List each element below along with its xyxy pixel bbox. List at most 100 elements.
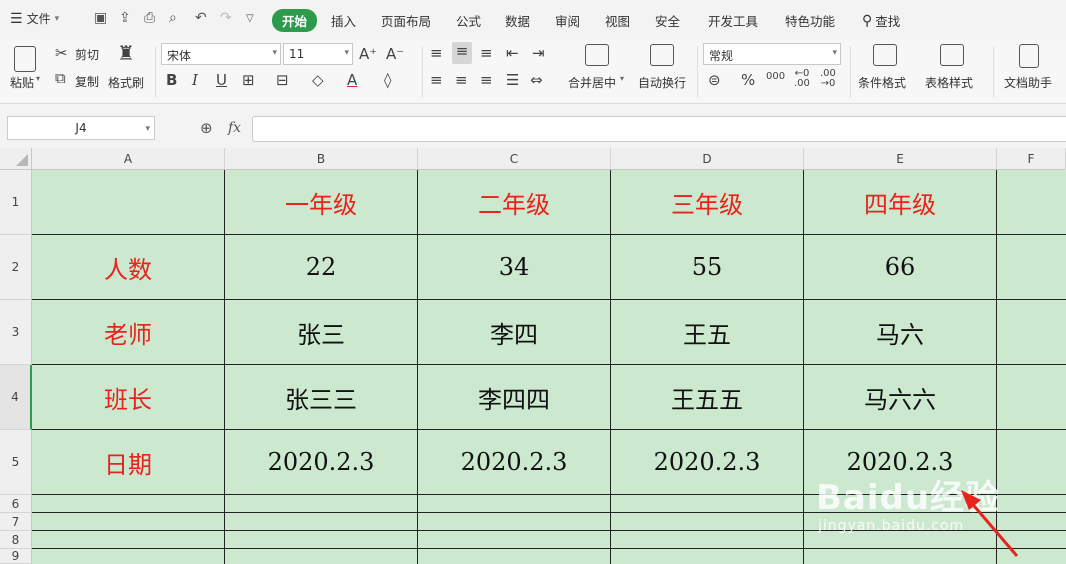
align-top-icon[interactable]: ≡: [430, 44, 443, 62]
cell-a3[interactable]: 老师: [32, 300, 225, 365]
distribute-icon[interactable]: ⇔: [530, 71, 543, 89]
table-style-icon[interactable]: [940, 44, 964, 66]
percent-icon[interactable]: %: [741, 71, 755, 89]
currency-icon[interactable]: ⊜: [708, 71, 721, 89]
number-format-select[interactable]: 常规 ▾: [703, 43, 841, 65]
table-cell[interactable]: [611, 531, 804, 549]
paste-dropdown-icon[interactable]: ▾: [36, 74, 40, 83]
table-style-button[interactable]: 表格样式: [925, 74, 973, 91]
select-all-corner[interactable]: [0, 148, 32, 170]
decrease-decimal-icon[interactable]: .00 →0: [820, 69, 836, 89]
align-middle-icon[interactable]: ≡: [452, 42, 472, 64]
export-icon[interactable]: ⇪: [119, 10, 131, 26]
fill-color-icon[interactable]: ◇: [312, 71, 324, 89]
cell-b2[interactable]: 22: [225, 235, 418, 300]
align-bottom-icon[interactable]: ≡: [480, 44, 493, 62]
conditional-format-button[interactable]: 条件格式: [858, 74, 906, 91]
tab-formulas[interactable]: 公式: [456, 11, 481, 30]
column-header-a[interactable]: A: [32, 148, 225, 170]
table-cell[interactable]: [611, 549, 804, 564]
cell-f4[interactable]: [997, 365, 1066, 430]
cell-c1[interactable]: 二年级: [418, 170, 611, 235]
cell-d2[interactable]: 55: [611, 235, 804, 300]
justify-icon[interactable]: ☰: [506, 71, 519, 89]
format-painter-button[interactable]: 格式刷: [108, 74, 144, 91]
cell-e3[interactable]: 马六: [804, 300, 997, 365]
scissors-icon[interactable]: ✂: [55, 44, 68, 62]
tab-data[interactable]: 数据: [505, 11, 530, 30]
row-header-7[interactable]: 7: [0, 513, 32, 531]
cut-button[interactable]: 剪切: [75, 46, 99, 63]
row-header-9[interactable]: 9: [0, 549, 32, 564]
row-header-1[interactable]: 1: [0, 170, 32, 235]
underline-icon[interactable]: U: [216, 71, 227, 89]
cell-d3[interactable]: 王五: [611, 300, 804, 365]
tab-insert[interactable]: 插入: [331, 11, 356, 30]
cell-c5[interactable]: 2020.2.3: [418, 430, 611, 495]
eraser-icon[interactable]: ◊: [384, 71, 391, 89]
thousands-icon[interactable]: 000: [766, 68, 785, 86]
row-header-2[interactable]: 2: [0, 235, 32, 300]
tab-home[interactable]: 开始: [272, 9, 318, 32]
tab-special-features[interactable]: 特色功能: [785, 11, 835, 30]
copy-icon[interactable]: ⧉: [55, 69, 66, 87]
quick-access-dropdown-icon[interactable]: ▽: [246, 13, 254, 24]
row-header-6[interactable]: 6: [0, 495, 32, 513]
table-cell[interactable]: [225, 549, 418, 564]
merge-style-icon[interactable]: ⊟: [276, 71, 289, 89]
wrap-text-button[interactable]: 自动换行: [638, 74, 686, 91]
row-header-5[interactable]: 5: [0, 430, 32, 495]
cell-d1[interactable]: 三年级: [611, 170, 804, 235]
column-header-b[interactable]: B: [225, 148, 418, 170]
fx-icon[interactable]: fx: [228, 120, 241, 136]
table-cell[interactable]: [32, 531, 225, 549]
cell-e2[interactable]: 66: [804, 235, 997, 300]
cell-a1[interactable]: [32, 170, 225, 235]
tab-review[interactable]: 审阅: [555, 11, 580, 30]
cell-c2[interactable]: 34: [418, 235, 611, 300]
increase-decimal-icon[interactable]: ←0.00: [794, 69, 810, 89]
merge-dropdown-icon[interactable]: ▾: [620, 74, 624, 83]
print-icon[interactable]: ⎙: [144, 10, 155, 26]
table-cell[interactable]: [32, 549, 225, 564]
table-cell[interactable]: [225, 513, 418, 531]
row-header-8[interactable]: 8: [0, 531, 32, 549]
merge-center-icon[interactable]: [585, 44, 609, 66]
bold-icon[interactable]: B: [166, 71, 177, 89]
table-cell[interactable]: [225, 495, 418, 513]
zoom-icon[interactable]: ⊕: [200, 119, 213, 137]
search-button[interactable]: ⚲ 查找: [862, 11, 900, 30]
tab-page-layout[interactable]: 页面布局: [381, 11, 431, 30]
cell-f1[interactable]: [997, 170, 1066, 235]
paste-icon[interactable]: [14, 46, 36, 72]
decrease-font-icon[interactable]: A⁻: [386, 45, 404, 63]
font-color-icon[interactable]: A: [347, 71, 357, 89]
table-cell[interactable]: [418, 513, 611, 531]
table-cell[interactable]: [611, 513, 804, 531]
doc-helper-icon[interactable]: [1019, 44, 1039, 68]
formula-input[interactable]: [252, 116, 1066, 142]
table-cell[interactable]: [611, 495, 804, 513]
table-cell[interactable]: [225, 531, 418, 549]
cell-d4[interactable]: 王五五: [611, 365, 804, 430]
table-cell[interactable]: [32, 495, 225, 513]
tab-security[interactable]: 安全: [655, 11, 680, 30]
table-cell[interactable]: [418, 549, 611, 564]
cell-e4[interactable]: 马六六: [804, 365, 997, 430]
borders-icon[interactable]: ⊞: [242, 71, 255, 89]
align-center-icon[interactable]: ≡: [455, 71, 468, 89]
align-right-icon[interactable]: ≡: [480, 71, 493, 89]
undo-icon[interactable]: ↶: [195, 10, 207, 26]
copy-button[interactable]: 复制: [75, 73, 99, 90]
cell-b3[interactable]: 张三: [225, 300, 418, 365]
merge-center-button[interactable]: 合并居中: [568, 74, 616, 91]
cell-a2[interactable]: 人数: [32, 235, 225, 300]
conditional-format-icon[interactable]: [873, 44, 897, 66]
cell-a4[interactable]: 班长: [32, 365, 225, 430]
tab-view[interactable]: 视图: [605, 11, 630, 30]
column-header-f[interactable]: F: [997, 148, 1066, 170]
cell-e1[interactable]: 四年级: [804, 170, 997, 235]
font-size-select[interactable]: 11 ▾: [283, 43, 353, 65]
table-cell[interactable]: [418, 495, 611, 513]
italic-icon[interactable]: I: [192, 71, 198, 89]
